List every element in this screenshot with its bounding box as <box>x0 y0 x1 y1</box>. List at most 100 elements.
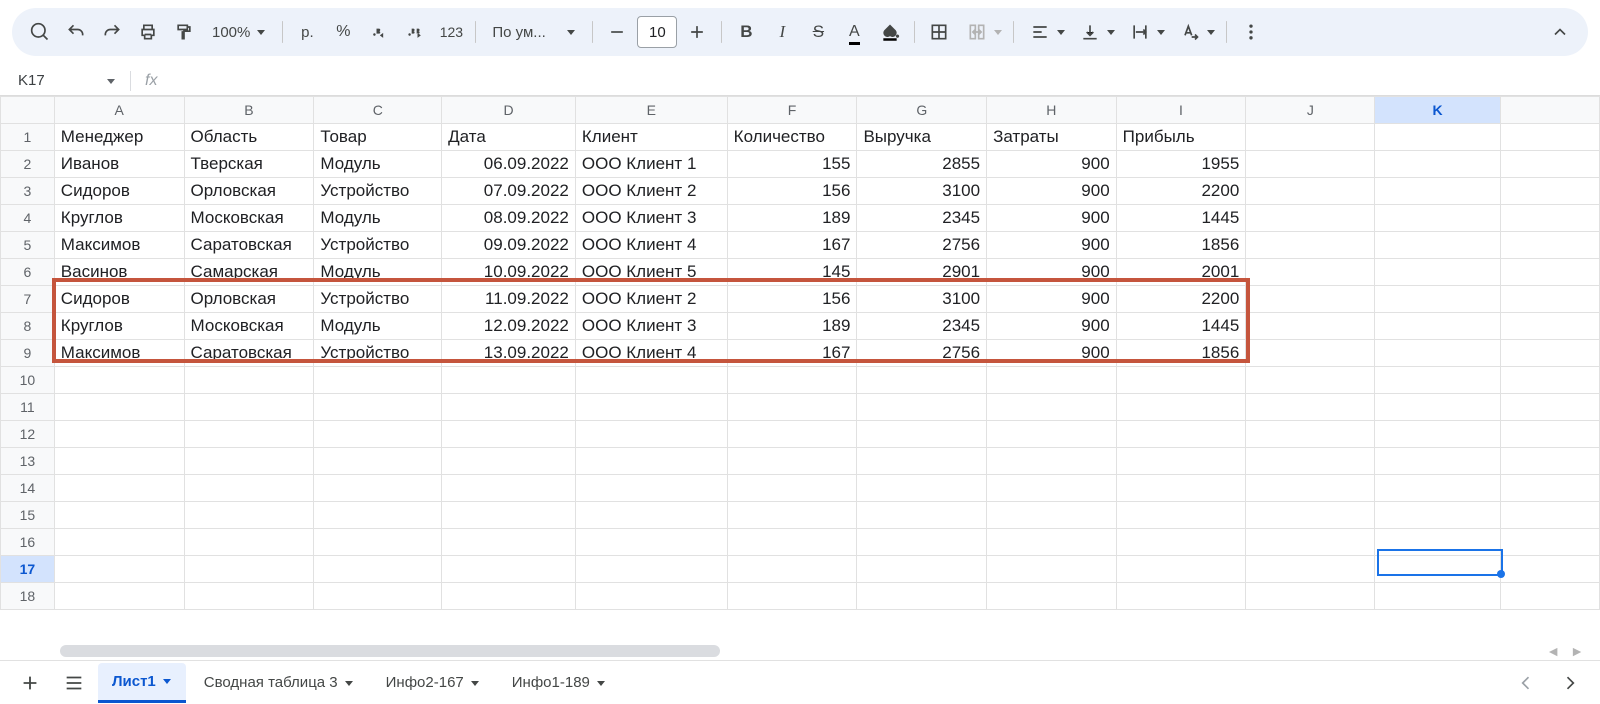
row-header-15[interactable]: 15 <box>1 502 55 529</box>
zoom-select[interactable]: 100% <box>204 16 274 48</box>
cell[interactable]: 167 <box>727 232 857 259</box>
cell[interactable] <box>1116 367 1246 394</box>
increase-decimal-button[interactable] <box>399 16 431 48</box>
cell[interactable] <box>987 529 1117 556</box>
grid-area[interactable]: ABCDEFGHIJK1МенеджерОбластьТоварДатаКлие… <box>0 96 1600 642</box>
scrollbar-thumb[interactable] <box>60 645 720 657</box>
text-color-button[interactable]: A <box>838 16 870 48</box>
cell[interactable]: Московская <box>184 313 314 340</box>
cell[interactable] <box>1116 475 1246 502</box>
cell[interactable]: Круглов <box>54 313 184 340</box>
horizontal-align-button[interactable] <box>1022 16 1068 48</box>
cell[interactable]: 2345 <box>857 205 987 232</box>
cell[interactable] <box>857 421 987 448</box>
font-size-input[interactable] <box>637 16 677 48</box>
cell[interactable] <box>1116 502 1246 529</box>
more-formats-button[interactable]: 123 <box>435 16 467 48</box>
cell[interactable]: 3100 <box>857 286 987 313</box>
cell[interactable]: 900 <box>987 232 1117 259</box>
vertical-align-button[interactable] <box>1072 16 1118 48</box>
cell[interactable] <box>184 448 314 475</box>
cell[interactable] <box>727 394 857 421</box>
cell[interactable] <box>1246 556 1375 583</box>
cell[interactable] <box>1246 475 1375 502</box>
cell[interactable]: ООО Клиент 1 <box>575 151 727 178</box>
col-header-blank[interactable] <box>1500 97 1599 124</box>
row-header-16[interactable]: 16 <box>1 529 55 556</box>
row-header-4[interactable]: 4 <box>1 205 55 232</box>
cell[interactable] <box>1375 529 1500 556</box>
cell[interactable] <box>1500 502 1599 529</box>
col-header-J[interactable]: J <box>1246 97 1375 124</box>
col-header-K[interactable]: K <box>1375 97 1500 124</box>
cell[interactable]: 900 <box>987 286 1117 313</box>
sheet-scroll-left-icon[interactable] <box>1506 663 1546 703</box>
cell[interactable] <box>442 367 576 394</box>
horizontal-scrollbar[interactable]: ◄ ► <box>0 642 1600 660</box>
col-header-I[interactable]: I <box>1116 97 1246 124</box>
cell[interactable] <box>1500 151 1599 178</box>
cell[interactable]: ООО Клиент 5 <box>575 259 727 286</box>
cell[interactable] <box>1500 529 1599 556</box>
cell[interactable]: ООО Клиент 4 <box>575 232 727 259</box>
cell[interactable] <box>857 583 987 610</box>
cell[interactable]: Область <box>184 124 314 151</box>
cell[interactable]: Клиент <box>575 124 727 151</box>
cell[interactable] <box>54 367 184 394</box>
select-all-cell[interactable] <box>1 97 55 124</box>
borders-button[interactable] <box>923 16 955 48</box>
cell[interactable]: Модуль <box>314 313 442 340</box>
cell[interactable] <box>1246 151 1375 178</box>
cell[interactable] <box>184 421 314 448</box>
formula-input[interactable] <box>163 68 1596 94</box>
cell[interactable] <box>1500 205 1599 232</box>
cell[interactable]: 2756 <box>857 232 987 259</box>
row-header-10[interactable]: 10 <box>1 367 55 394</box>
cell[interactable]: Выручка <box>857 124 987 151</box>
scroll-right-icon[interactable]: ► <box>1566 643 1588 659</box>
print-icon[interactable] <box>132 16 164 48</box>
col-header-A[interactable]: A <box>54 97 184 124</box>
cell[interactable] <box>1375 367 1500 394</box>
cell[interactable]: 900 <box>987 151 1117 178</box>
cell[interactable] <box>1500 286 1599 313</box>
cell[interactable] <box>575 556 727 583</box>
row-header-12[interactable]: 12 <box>1 421 55 448</box>
cell[interactable] <box>54 556 184 583</box>
cell[interactable] <box>1246 529 1375 556</box>
cell[interactable] <box>1500 259 1599 286</box>
cell[interactable]: 145 <box>727 259 857 286</box>
cell[interactable]: 10.09.2022 <box>442 259 576 286</box>
cell[interactable]: Орловская <box>184 178 314 205</box>
cell[interactable] <box>54 529 184 556</box>
cell[interactable]: Самарская <box>184 259 314 286</box>
cell[interactable] <box>314 394 442 421</box>
cell[interactable]: ООО Клиент 4 <box>575 340 727 367</box>
cell[interactable] <box>727 583 857 610</box>
cell[interactable] <box>1500 313 1599 340</box>
cell[interactable] <box>184 583 314 610</box>
cell[interactable]: ООО Клиент 3 <box>575 205 727 232</box>
row-header-13[interactable]: 13 <box>1 448 55 475</box>
cell[interactable] <box>184 367 314 394</box>
cell[interactable] <box>575 421 727 448</box>
col-header-B[interactable]: B <box>184 97 314 124</box>
cell[interactable]: Прибыль <box>1116 124 1246 151</box>
cell[interactable]: 1856 <box>1116 340 1246 367</box>
cell[interactable] <box>314 367 442 394</box>
cell[interactable] <box>1246 124 1375 151</box>
cell[interactable] <box>1500 583 1599 610</box>
cell[interactable]: 1955 <box>1116 151 1246 178</box>
col-header-D[interactable]: D <box>442 97 576 124</box>
cell[interactable]: 1445 <box>1116 205 1246 232</box>
cell[interactable]: Количество <box>727 124 857 151</box>
cell[interactable]: Максимов <box>54 232 184 259</box>
cell[interactable] <box>184 529 314 556</box>
cell[interactable] <box>1246 205 1375 232</box>
cell[interactable]: 156 <box>727 286 857 313</box>
row-header-8[interactable]: 8 <box>1 313 55 340</box>
cell[interactable] <box>1500 556 1599 583</box>
cell[interactable]: Орловская <box>184 286 314 313</box>
cell[interactable]: 2855 <box>857 151 987 178</box>
increase-font-button[interactable] <box>681 16 713 48</box>
